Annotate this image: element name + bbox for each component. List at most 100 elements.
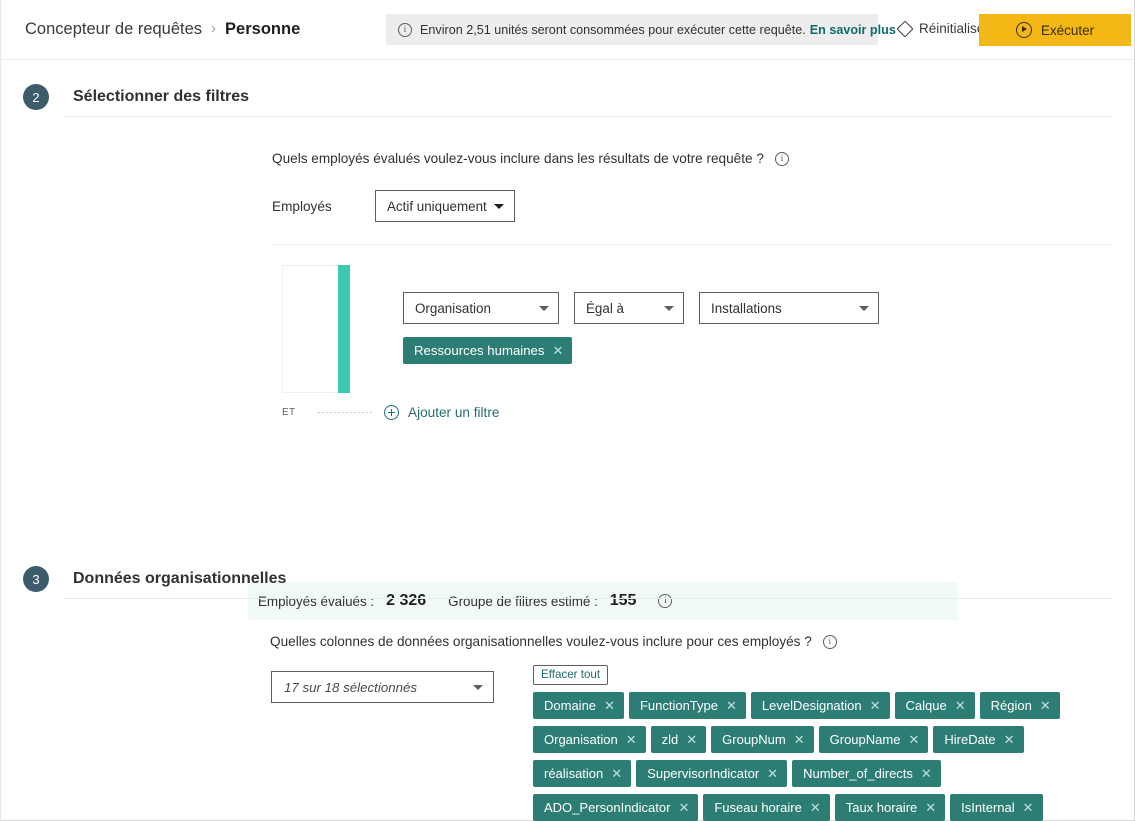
column-tag[interactable]: Domaine ✕ [533, 692, 624, 719]
section2-divider [63, 116, 1112, 117]
column-tag[interactable]: FunctionType ✕ [628, 692, 746, 719]
employees-status-value: Actif uniquement [387, 198, 487, 214]
chevron-down-icon [859, 305, 869, 311]
column-tag-label: Calque [905, 698, 947, 713]
filters-divider [272, 244, 1112, 245]
close-icon[interactable]: ✕ [870, 699, 881, 712]
units-info-banner: Environ 2,51 unités seront consommées po… [386, 14, 896, 45]
section2-title: Sélectionner des filtres [73, 88, 250, 105]
close-icon[interactable]: ✕ [767, 767, 778, 780]
close-icon[interactable]: ✕ [686, 733, 697, 746]
section3-step-badge: 3 [23, 566, 49, 592]
close-icon[interactable]: ✕ [604, 699, 615, 712]
column-tag-label: LevelDesignation [761, 698, 862, 713]
chevron-down-icon [539, 305, 549, 311]
column-tag[interactable]: réalisation ✕ [533, 760, 632, 787]
column-tag[interactable]: IsInternal ✕ [950, 794, 1043, 821]
employees-row: Employés Actif uniquement [272, 190, 1134, 222]
filter-field-value: Organisation [415, 300, 491, 316]
close-icon[interactable]: ✕ [955, 699, 966, 712]
plus-circle-icon [384, 405, 399, 420]
column-tag-label: GroupNum [722, 732, 786, 747]
close-icon[interactable]: ✕ [678, 801, 689, 814]
column-tag-label: FunctionType [639, 698, 718, 713]
filter-field-dropdown[interactable]: Organisation [403, 292, 559, 324]
close-icon[interactable]: ✕ [626, 733, 637, 746]
section2-question-text: Quels employés évalués voulez-vous inclu… [272, 151, 764, 166]
close-icon[interactable]: ✕ [810, 801, 821, 814]
close-icon[interactable]: ✕ [552, 344, 563, 357]
column-tag[interactable]: Number_of_directs ✕ [792, 760, 941, 787]
add-filter-button[interactable]: Ajouter un filtre [384, 405, 499, 420]
section2-step-badge: 2 [23, 84, 49, 110]
close-icon[interactable]: ✕ [1040, 699, 1051, 712]
column-tag[interactable]: Organisation ✕ [533, 726, 646, 753]
column-tag[interactable]: GroupNum ✕ [711, 726, 814, 753]
column-tag[interactable]: Calque ✕ [894, 692, 975, 719]
info-icon[interactable] [774, 151, 789, 166]
column-tag[interactable]: LevelDesignation ✕ [750, 692, 890, 719]
section3-question-text: Quelles colonnes de données organisation… [270, 634, 812, 649]
info-icon [398, 22, 412, 37]
breadcrumb-separator-icon: › [211, 20, 217, 37]
run-button-label: Exécuter [1040, 22, 1095, 38]
section-organizational-data: 3 Données organisationnelles Quelles col… [1, 560, 1134, 821]
column-tag-label: Taux horaire [845, 800, 918, 815]
close-icon[interactable]: ✕ [908, 733, 919, 746]
column-tag-label: Région [990, 698, 1032, 713]
column-tag[interactable]: GroupName ✕ [818, 726, 929, 753]
breadcrumb-root[interactable]: Concepteur de requêtes [25, 20, 202, 39]
column-tag-label: réalisation [544, 766, 604, 781]
query-designer-page: Concepteur de requêtes › Personne Enviro… [0, 0, 1135, 821]
column-tag[interactable]: zld ✕ [650, 726, 707, 753]
column-tag-label: HireDate [944, 732, 996, 747]
column-tag[interactable]: Région ✕ [979, 692, 1060, 719]
info-icon[interactable] [822, 634, 837, 649]
eraser-icon [898, 22, 912, 36]
column-tag[interactable]: HireDate ✕ [933, 726, 1024, 753]
column-tag[interactable]: SupervisorIndicator ✕ [636, 760, 788, 787]
column-tag-label: zld [661, 732, 679, 747]
column-tag-label: Domaine [544, 698, 597, 713]
filter-operator-dropdown[interactable]: Égal à [574, 292, 684, 324]
filter-value-dropdown[interactable]: Installations [699, 292, 879, 324]
units-info-text: Environ 2,51 unités seront consommées po… [420, 22, 806, 37]
filter-group-bracket [282, 265, 339, 393]
run-button[interactable]: Exécuter [979, 14, 1131, 46]
section3-question-row: Quelles colonnes de données organisation… [270, 634, 1134, 649]
filter-tag-label: Ressources humaines [414, 343, 545, 358]
employees-label: Employés [272, 198, 332, 214]
top-bar: Concepteur de requêtes › Personne Enviro… [1, 0, 1134, 60]
chevron-down-icon [473, 684, 483, 690]
chevron-down-icon [664, 305, 674, 311]
reset-button[interactable]: Réinitialiser [894, 18, 993, 39]
close-icon[interactable]: ✕ [921, 767, 932, 780]
section-select-filters: 2 Sélectionner des filtres Quels employé… [1, 78, 1134, 620]
column-tag[interactable]: Taux horaire ✕ [834, 794, 946, 821]
column-tag-label: ADO_PersonIndicator [544, 800, 671, 815]
add-filter-label: Ajouter un filtre [408, 405, 500, 420]
close-icon[interactable]: ✕ [1023, 801, 1034, 814]
column-tag[interactable]: ADO_PersonIndicator ✕ [533, 794, 699, 821]
close-icon[interactable]: ✕ [794, 733, 805, 746]
employees-status-dropdown[interactable]: Actif uniquement [375, 190, 515, 222]
column-tag-label: SupervisorIndicator [647, 766, 760, 781]
filter-condition-row: Organisation Égal à Installations [403, 292, 879, 324]
close-icon[interactable]: ✕ [925, 801, 936, 814]
column-tag-label: IsInternal [961, 800, 1015, 815]
section3-title: Données organisationnelles [73, 570, 287, 587]
close-icon[interactable]: ✕ [611, 767, 622, 780]
selected-columns-tags: Domaine ✕ FunctionType ✕ LevelDesignation ✕ Ca… [533, 692, 1113, 821]
section3-header: 3 Données organisationnelles [1, 560, 1134, 598]
close-icon[interactable]: ✕ [1004, 733, 1015, 746]
column-tag[interactable]: Fuseau horaire ✕ [703, 794, 830, 821]
section2-question-row: Quels employés évalués voulez-vous inclu… [272, 151, 1134, 166]
close-icon[interactable]: ✕ [726, 699, 737, 712]
learn-more-link[interactable]: En savoir plus [810, 23, 896, 37]
add-filter-row: ET Ajouter un filtre [282, 405, 499, 420]
clear-all-button[interactable]: Effacer tout [533, 665, 609, 685]
filter-group: Organisation Égal à Installations Ressou… [272, 265, 1134, 425]
filter-tag[interactable]: Ressources humaines ✕ [403, 337, 573, 364]
breadcrumb-current: Personne [225, 20, 301, 38]
columns-multiselect[interactable]: 17 sur 18 sélectionnés [271, 671, 494, 703]
